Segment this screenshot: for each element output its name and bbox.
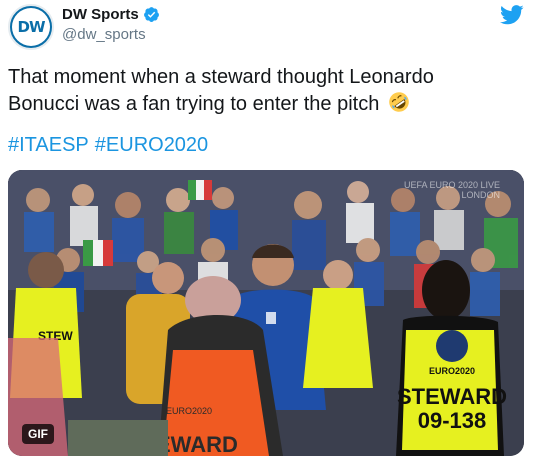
tweet-header: DW DW Sports @dw_sports (8, 4, 526, 50)
watermark-line2: LONDON (461, 190, 500, 200)
watermark-line1: UEFA EURO 2020 LIVE (403, 180, 500, 190)
avatar-text: DW (17, 18, 46, 36)
tweet-body: That moment when a steward thought Leona… (8, 66, 434, 115)
front-vest-text: EURO2020 (166, 406, 212, 416)
display-name[interactable]: DW Sports (62, 6, 139, 23)
name-row: DW Sports (62, 6, 160, 23)
back-vest-logo-text: EURO2020 (429, 366, 475, 376)
back-vest-number: 09-138 (418, 408, 487, 433)
avatar[interactable]: DW (8, 4, 54, 50)
twitter-bird-icon[interactable] (500, 4, 524, 26)
verified-icon (143, 7, 159, 22)
hashtags: #ITAESP #EURO2020 (8, 134, 214, 157)
hashtag-euro2020[interactable]: #EURO2020 (95, 134, 208, 156)
tweet-text: That moment when a steward thought Leona… (8, 64, 508, 118)
gif-media[interactable]: STEW EURO2020 EWARD EURO2020 STEWARD 09-… (8, 170, 524, 456)
stadium-scene: STEW EURO2020 EWARD EURO2020 STEWARD 09-… (8, 170, 524, 456)
handle[interactable]: @dw_sports (62, 26, 146, 43)
hashtag-itaesp[interactable]: #ITAESP (8, 134, 89, 156)
back-vest-steward-text: STEWARD (397, 384, 507, 409)
broadcast-watermark: UEFA EURO 2020 LIVE LONDON (404, 180, 500, 200)
bottom-vest-text: EWARD (156, 432, 238, 456)
rolling-on-floor-laughing-icon (389, 92, 409, 112)
gif-badge: GIF (22, 424, 54, 444)
dw-logo: DW (12, 8, 50, 46)
